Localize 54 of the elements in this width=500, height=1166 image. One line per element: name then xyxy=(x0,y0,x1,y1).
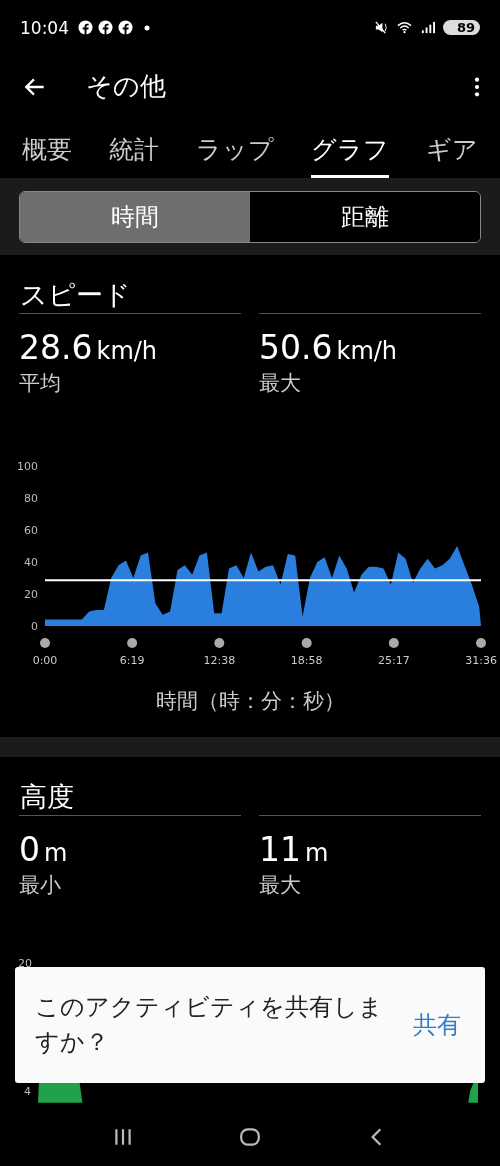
stat-unit: km/h xyxy=(96,337,158,365)
notification-icon xyxy=(118,20,133,35)
y-tick-label: 40 xyxy=(24,556,38,569)
section-title: スピード xyxy=(19,278,132,312)
stat-label: 最大 xyxy=(259,370,302,397)
x-tick-dot xyxy=(40,638,50,648)
x-tick-dot xyxy=(301,638,312,648)
x-tick-dot xyxy=(388,638,399,648)
stat-label: 最大 xyxy=(259,872,302,899)
screen-title: その他 xyxy=(86,70,166,103)
notification-icon xyxy=(78,20,93,35)
x-tick-dot xyxy=(476,638,486,648)
snackbar-message: このアクティビティを共有しますか？ xyxy=(35,992,384,1058)
wifi-icon xyxy=(396,20,412,35)
segment-button[interactable]: 時間 xyxy=(20,191,250,242)
y-tick-label: 20 xyxy=(24,588,38,601)
notification-icon xyxy=(98,20,113,35)
stat-label: 最小 xyxy=(19,872,62,899)
x-tick-label: 0:00 xyxy=(32,654,58,667)
stat-value: 11 xyxy=(259,830,301,869)
x-tick-label: 12:38 xyxy=(203,654,236,667)
tab[interactable]: 概要 xyxy=(22,118,72,178)
x-tick-dot xyxy=(214,638,225,648)
tab[interactable]: ギア xyxy=(426,118,478,178)
axis-title: 時間（時：分：秒） xyxy=(154,688,346,715)
stat-unit: m xyxy=(305,839,329,867)
stat-value: 28.6 xyxy=(19,328,93,367)
y-tick-label: 0 xyxy=(31,620,38,633)
x-tick-label: 18:58 xyxy=(290,654,323,667)
home-icon[interactable] xyxy=(239,1126,261,1148)
status-time: 10:04 xyxy=(20,17,69,38)
x-tick-label: 25:17 xyxy=(378,654,410,667)
stat-unit: km/h xyxy=(336,337,398,365)
mute-icon xyxy=(373,20,389,35)
stat-value: 50.6 xyxy=(259,328,333,367)
stat-value: 0 xyxy=(19,830,40,869)
tab[interactable]: 統計 xyxy=(109,118,159,178)
x-tick-label: 31:36 xyxy=(465,654,497,667)
y-tick-label: 20 xyxy=(18,957,32,970)
dot-icon xyxy=(144,24,150,31)
x-tick-label: 6:19 xyxy=(119,654,145,667)
battery-indicator: 89 xyxy=(442,20,480,35)
signal-icon xyxy=(419,20,435,35)
y-tick-label: 60 xyxy=(24,524,38,537)
y-tick-label: 100 xyxy=(17,460,38,473)
y-tick-label: 4 xyxy=(24,1085,31,1098)
stat-unit: m xyxy=(44,839,68,867)
tab[interactable]: ラップ xyxy=(196,118,274,178)
more-options-icon[interactable] xyxy=(474,75,480,98)
section-title: 高度 xyxy=(19,780,75,814)
y-tick-label: 80 xyxy=(24,492,38,505)
stat-label: 平均 xyxy=(19,370,62,397)
x-tick-dot xyxy=(127,638,138,648)
share-button[interactable]: 共有 xyxy=(409,1005,465,1045)
